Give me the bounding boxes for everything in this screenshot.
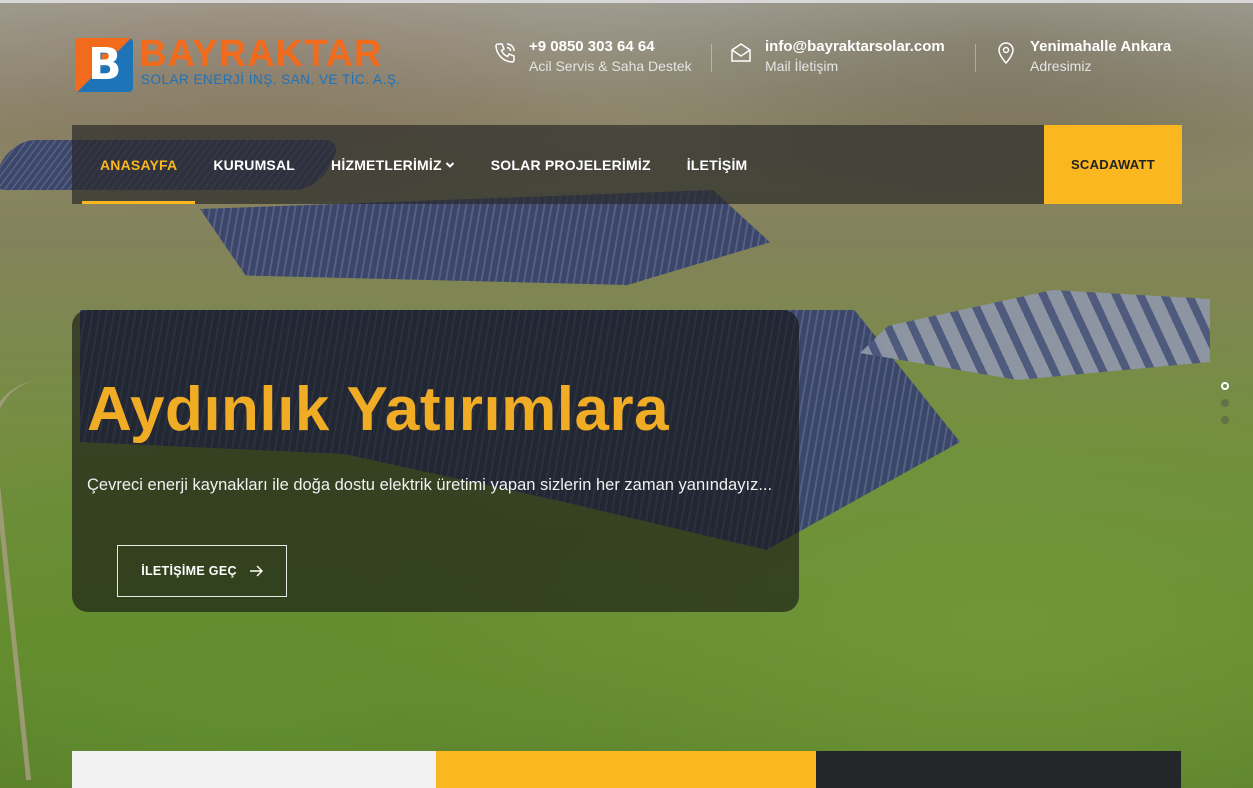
mail-icon (731, 43, 751, 62)
feature-box-light (72, 751, 436, 788)
nav-item-solar-projelerimiz[interactable]: SOLAR PROJELERİMİZ (473, 125, 669, 204)
phone-number[interactable]: +9 0850 303 64 64 (529, 38, 692, 56)
main-navigation: ANASAYFA KURUMSAL HİZMETLERİMİZ SOLAR PR… (72, 125, 1182, 204)
slider-dot[interactable] (1221, 416, 1229, 424)
header-divider (711, 44, 712, 72)
top-border (0, 0, 1253, 3)
feature-box-yellow (436, 751, 816, 788)
contact-mail[interactable]: info@bayraktarsolar.com Mail İletişim (729, 38, 945, 75)
nav-item-kurumsal[interactable]: KURUMSAL (195, 125, 313, 204)
mail-address[interactable]: info@bayraktarsolar.com (765, 38, 945, 56)
header-divider (975, 44, 976, 72)
contact-cta-label: İLETİŞİME GEÇ (141, 564, 237, 578)
slider-dot[interactable] (1221, 399, 1229, 407)
chevron-down-icon (445, 161, 454, 168)
scadawatt-button[interactable]: SCADAWATT (1044, 125, 1182, 204)
location-pin-icon (998, 42, 1014, 65)
contact-address[interactable]: Yenimahalle Ankara Adresimiz (994, 38, 1171, 75)
hero-title: Aydınlık Yatırımlara (87, 375, 670, 444)
nav-item-hizmetlerimiz[interactable]: HİZMETLERİMİZ (313, 125, 473, 204)
address-caption: Adresimiz (1030, 58, 1092, 74)
slider-dot[interactable] (1221, 382, 1229, 390)
phone-caption: Acil Servis & Saha Destek (529, 58, 692, 74)
brand-logo[interactable]: B BAYRAKTAR SOLAR ENERJİ İNŞ. SAN. VE Tİ… (75, 33, 405, 94)
logo-subtitle: SOLAR ENERJİ İNŞ. SAN. VE TİC. A.Ş. (141, 72, 401, 87)
nav-item-anasayfa[interactable]: ANASAYFA (82, 125, 196, 204)
slider-pagination (1221, 382, 1231, 433)
arrow-right-icon (249, 565, 263, 577)
mail-caption: Mail İletişim (765, 58, 839, 74)
phone-icon (495, 43, 515, 63)
logo-name: BAYRAKTAR (139, 33, 383, 75)
nav-item-label: HİZMETLERİMİZ (331, 156, 442, 173)
address-text[interactable]: Yenimahalle Ankara (1030, 38, 1171, 56)
logo-mark-icon: B (75, 38, 133, 92)
nav-item-iletisim[interactable]: İLETİŞİM (669, 125, 766, 204)
feature-box-dark (816, 751, 1181, 788)
contact-cta-button[interactable]: İLETİŞİME GEÇ (117, 545, 287, 597)
hero-description: Çevreci enerji kaynakları ile doğa dostu… (87, 476, 773, 494)
contact-phone[interactable]: +9 0850 303 64 64 Acil Servis & Saha Des… (493, 38, 692, 75)
hero-slide-card: Aydınlık Yatırımlara Çevreci enerji kayn… (72, 310, 799, 612)
